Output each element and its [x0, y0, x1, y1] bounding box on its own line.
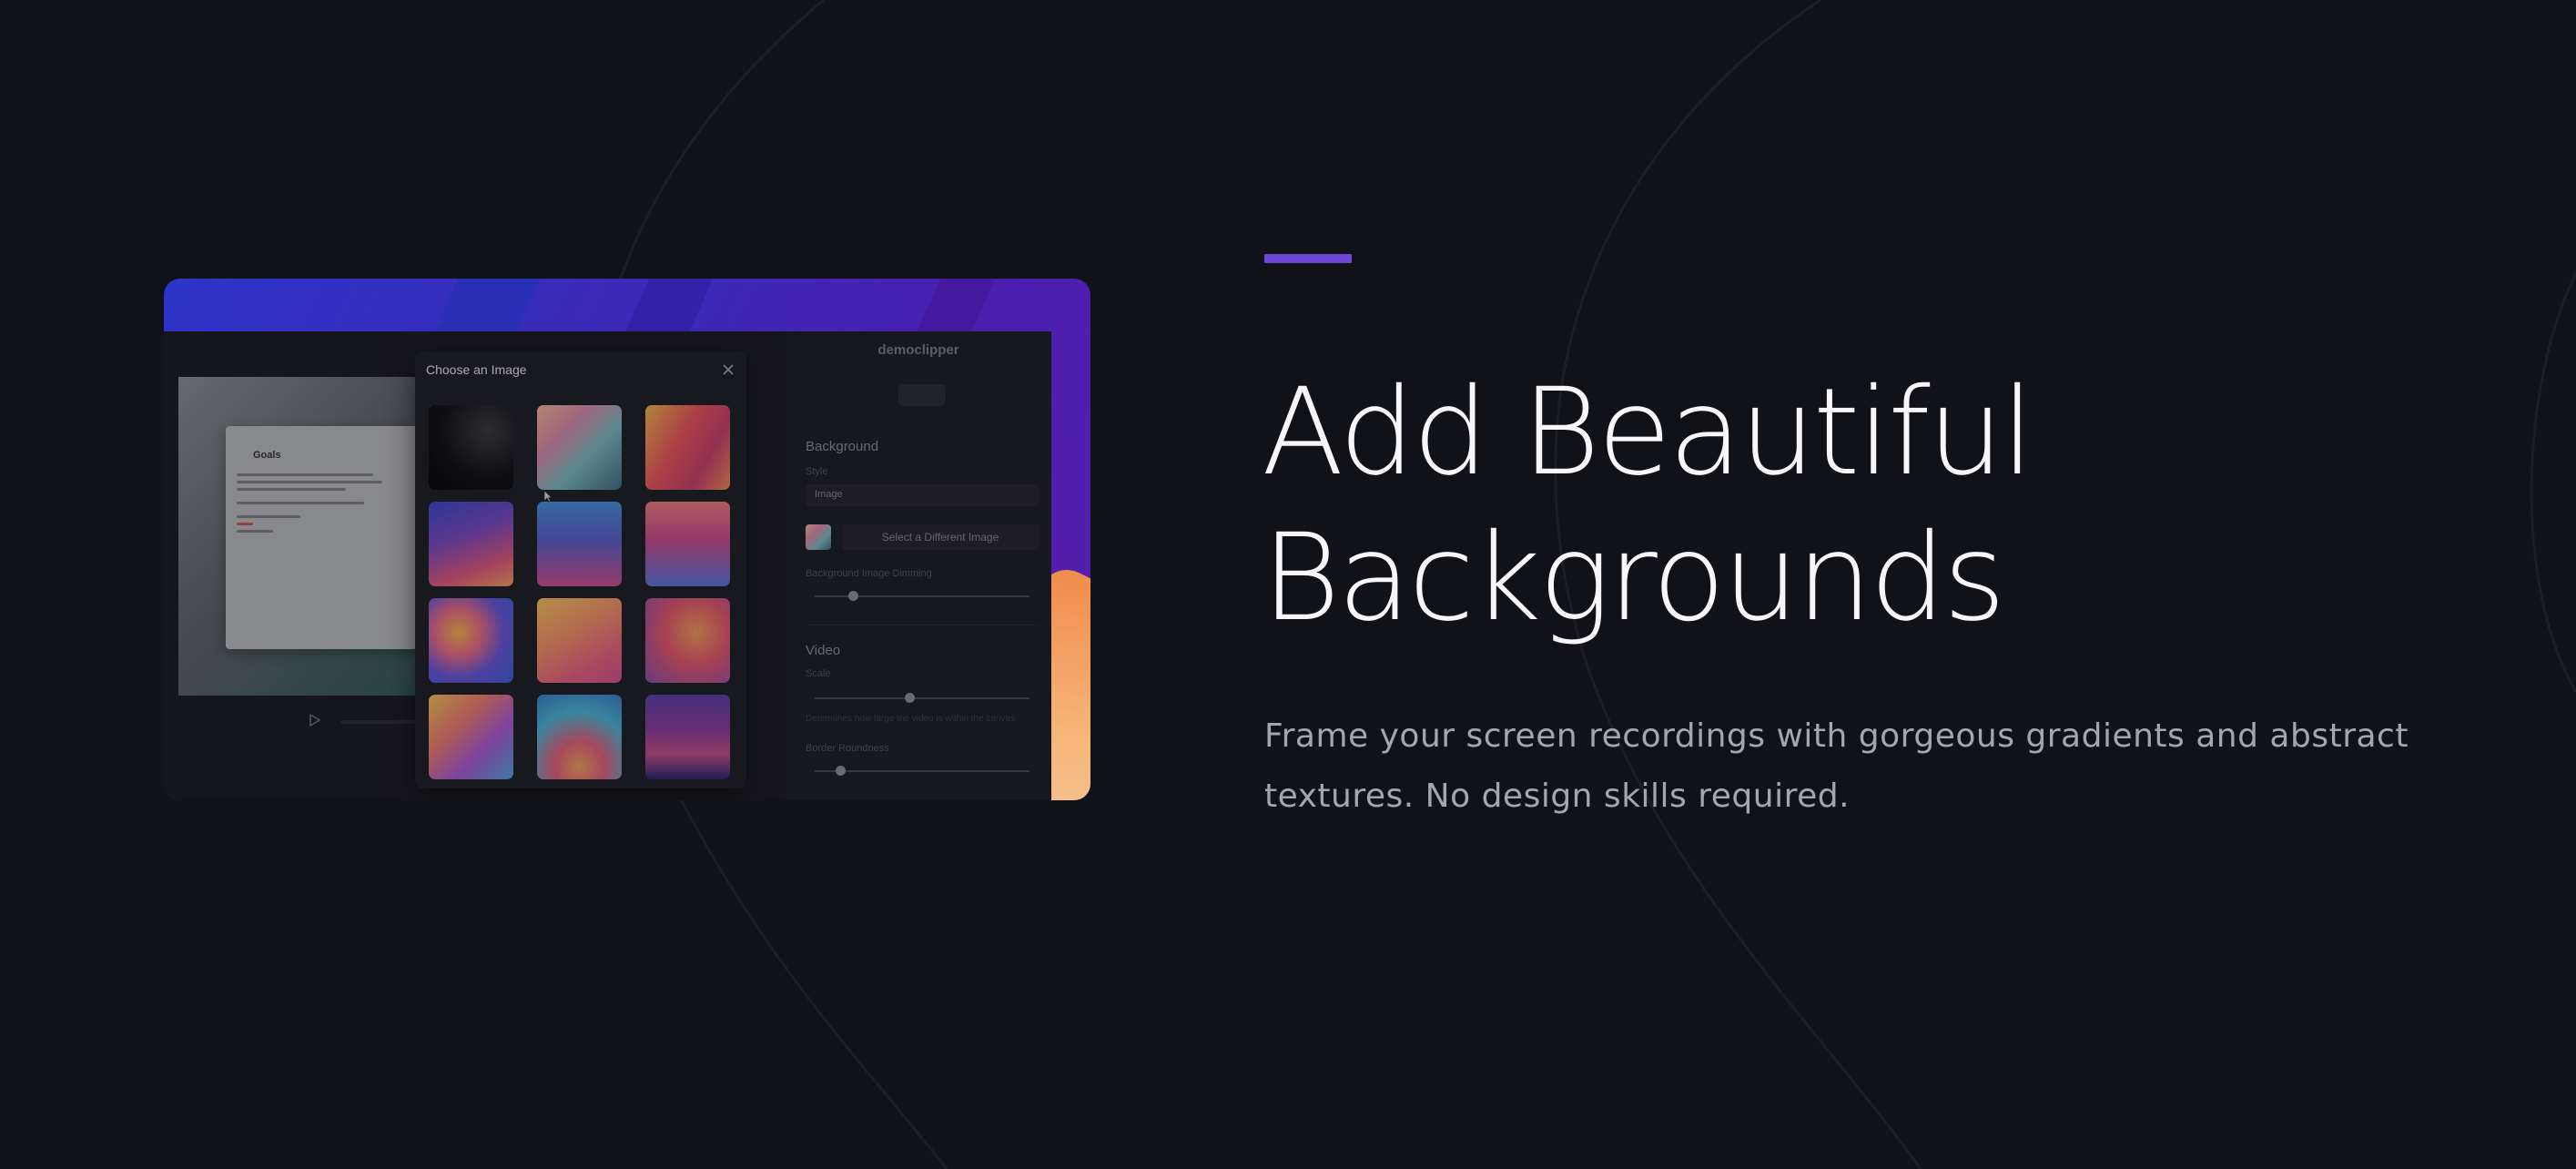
scale-description: Determines how large the video is within… [806, 714, 1016, 724]
thumbnail-peach-waves[interactable] [537, 598, 622, 683]
slider-knob[interactable] [848, 591, 859, 601]
scale-slider[interactable] [806, 692, 1039, 705]
thumbnail-blue-v[interactable] [537, 502, 622, 586]
feature-title: Add Beautiful Backgrounds [1262, 360, 2445, 651]
video-preview: Goals [178, 377, 451, 696]
background-heading: Background [806, 439, 879, 454]
doc-tag [237, 523, 253, 525]
tab-video[interactable] [840, 384, 887, 406]
style-select-value: Image [815, 489, 843, 500]
thumbnail-purple-dunes[interactable] [645, 695, 730, 779]
dimming-slider[interactable] [806, 590, 1039, 603]
thumbnail-sky-circles[interactable] [537, 695, 622, 779]
thumbnail-sunset-fold[interactable] [429, 502, 513, 586]
dialog-title: Choose an Image [426, 362, 527, 377]
bg-stripe [433, 279, 541, 333]
bg-stripe [624, 279, 714, 333]
slider-track [815, 770, 1029, 772]
dimming-label: Background Image Dimming [806, 568, 932, 579]
recorded-document: Goals [226, 426, 417, 649]
thumbnail-pink-v[interactable] [645, 502, 730, 586]
mouse-cursor-icon [543, 490, 553, 503]
tab-background[interactable] [898, 384, 946, 406]
tab-audio[interactable] [957, 384, 1004, 406]
doc-text-line [237, 488, 346, 491]
select-different-image-button[interactable]: Select a Different Image [842, 524, 1039, 550]
doc-text-line [237, 530, 273, 533]
play-icon[interactable] [309, 714, 320, 727]
panel-tabs [840, 384, 1004, 406]
doc-text-line [237, 502, 364, 504]
app-screenshot: Goals Choose an Image democlipper Backgr… [164, 279, 1090, 800]
app-logo: democlipper [877, 342, 959, 358]
document-title: Goals [253, 450, 281, 461]
title-line-1: Add Beautiful [1262, 362, 2034, 503]
style-label: Style [806, 466, 828, 477]
video-heading: Video [806, 643, 841, 658]
thumbnail-rainbow-diagonal[interactable] [429, 695, 513, 779]
doc-text-line [237, 473, 373, 476]
feature-description: Frame your screen recordings with gorgeo… [1264, 717, 2409, 815]
doc-text-line [237, 515, 300, 518]
roundness-slider[interactable] [806, 765, 1039, 778]
slider-track [815, 697, 1029, 699]
app-window: Goals Choose an Image democlipper Backgr… [164, 331, 1051, 800]
thumbnail-blob-swirl[interactable] [429, 598, 513, 683]
title-line-2: Backgrounds [1262, 508, 2006, 648]
select-image-button-label: Select a Different Image [881, 531, 999, 544]
thumbnail-dark-silk[interactable] [429, 405, 513, 490]
thumbnail-orange-flow[interactable] [645, 598, 730, 683]
style-select[interactable]: Image [806, 484, 1039, 506]
thumbnail-pastel-folds[interactable] [537, 405, 622, 490]
slider-knob[interactable] [836, 766, 847, 776]
current-image-swatch [806, 524, 831, 550]
bg-stripe [916, 279, 996, 333]
slider-knob[interactable] [904, 693, 915, 703]
feature-section: Goals Choose an Image democlipper Backgr… [0, 0, 2576, 1169]
scale-label: Scale [806, 668, 831, 679]
close-icon[interactable] [721, 362, 735, 377]
accent-bar [1264, 254, 1352, 263]
doc-text-line [237, 481, 382, 483]
thumbnail-coral-chevrons[interactable] [645, 405, 730, 490]
settings-panel: democlipper Background Style Image Selec… [786, 331, 1051, 800]
roundness-label: Border Roundness [806, 743, 889, 754]
slider-track [815, 595, 1029, 597]
choose-image-dialog: Choose an Image [415, 351, 746, 788]
